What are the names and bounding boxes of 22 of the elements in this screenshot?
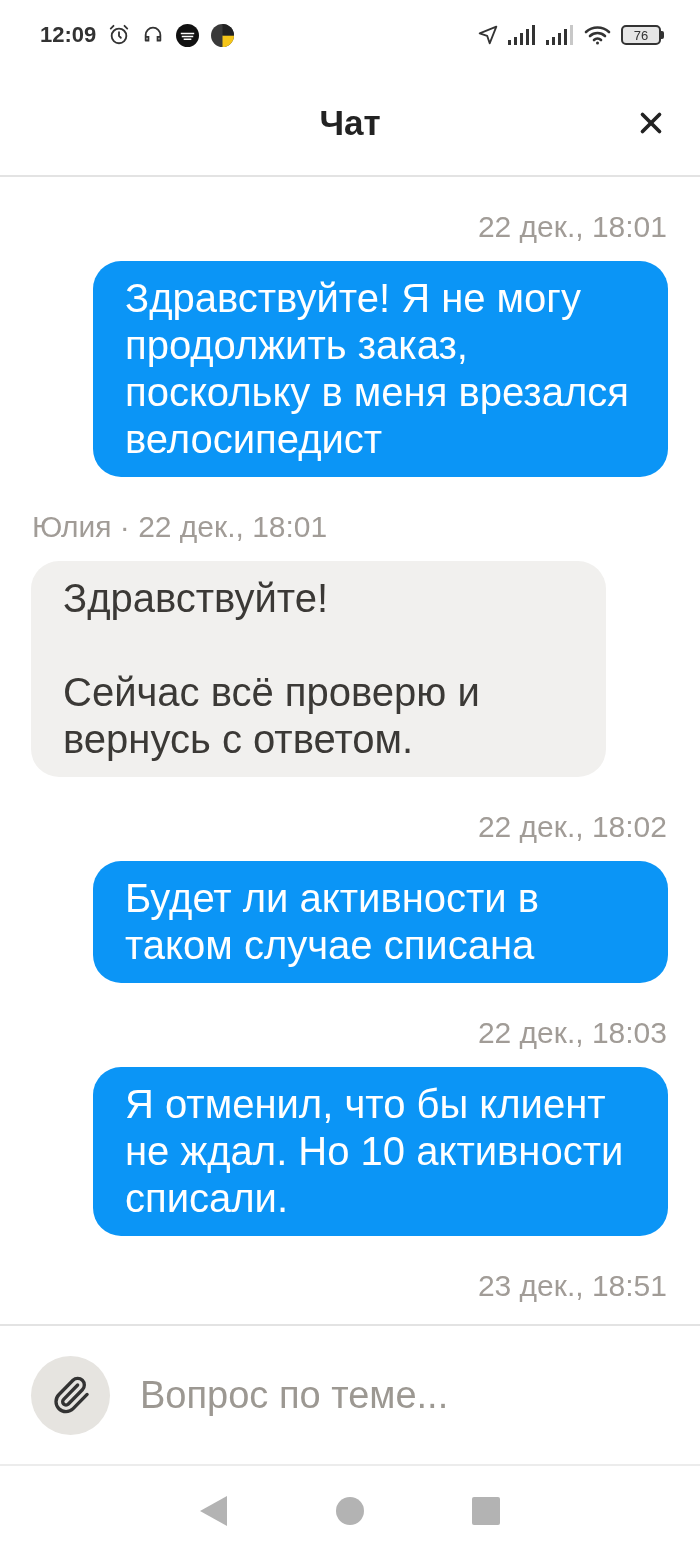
chat-title: Чат xyxy=(319,105,381,140)
incoming-message: Здравствуйте! Сейчас всё проверю и вернусь с ответом. xyxy=(31,561,606,777)
message-timestamp: 22 дек., 18:02 xyxy=(477,810,667,844)
message-timestamp: 22 дек., 18:03 xyxy=(477,1016,667,1050)
outgoing-message: Я отменил, что бы клиент не ждал. Но 10 активности списали. xyxy=(93,1067,668,1236)
message-timestamp: 22 дек., 18:01 xyxy=(477,210,667,244)
signal-bars-icon xyxy=(508,25,536,45)
status-time: 12:09 xyxy=(40,24,97,46)
circle-logo-icon xyxy=(176,23,200,47)
outgoing-message: Будет ли активности в таком случае списана xyxy=(93,861,668,983)
location-arrow-icon xyxy=(478,25,498,45)
message-timestamp: 23 дек., 18:51 xyxy=(477,1269,667,1303)
outgoing-message: Здравствуйте! Я не могу продолжить заказ, поскольку в меня врезался велосипедист xyxy=(93,261,668,477)
back-icon[interactable] xyxy=(200,1496,228,1526)
alarm-clock-icon xyxy=(108,24,131,46)
wifi-icon xyxy=(584,25,611,45)
battery-level: 76 xyxy=(633,28,649,42)
message-input[interactable]: Вопрос по теме... xyxy=(140,1365,676,1425)
signal-bars-icon xyxy=(546,25,574,45)
quartered-circle-icon xyxy=(211,23,235,47)
sender-timestamp: Юлия · 22 дек., 18:01 xyxy=(32,510,328,544)
home-icon[interactable] xyxy=(336,1497,364,1525)
